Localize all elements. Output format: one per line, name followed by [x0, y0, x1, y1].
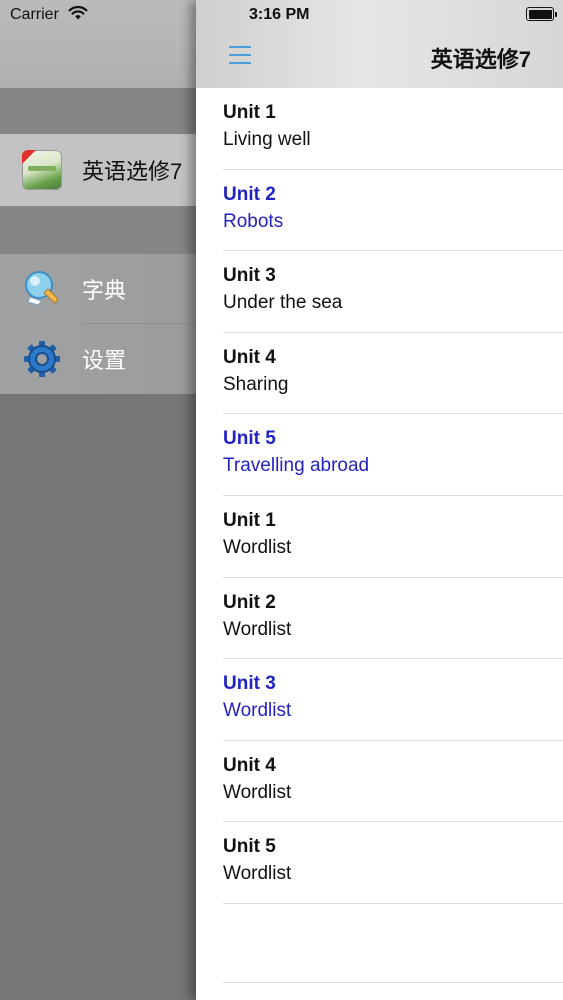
- list-item-subtitle: Travelling abroad: [223, 455, 370, 477]
- list-item-title: Unit 5: [223, 836, 276, 858]
- list-item-title: Unit 5: [223, 428, 276, 450]
- wifi-icon: [68, 5, 88, 26]
- list-item[interactable]: Unit 1 Living well: [196, 88, 563, 170]
- book-cover-icon: [22, 150, 62, 190]
- list-item-subtitle: Living well: [223, 129, 311, 150]
- list-item-title: Unit 1: [223, 102, 276, 123]
- carrier-label: Carrier: [10, 6, 59, 23]
- list-item[interactable]: Unit 1 Wordlist: [196, 496, 563, 578]
- list-item[interactable]: Unit 4 Sharing: [196, 333, 563, 415]
- list-item-title: Unit 3: [223, 673, 276, 695]
- dictionary-icon: [22, 269, 62, 309]
- list-item-title: Unit 4: [223, 346, 276, 368]
- list-item-subtitle: Sharing: [223, 373, 289, 395]
- list-item-title: Unit 4: [223, 754, 276, 776]
- list-bottom-divider: [223, 982, 563, 983]
- side-menu-item-settings[interactable]: 设置: [0, 324, 196, 394]
- list-item[interactable]: Unit 5 Travelling abroad: [196, 414, 563, 496]
- list-item-title: Unit 2: [223, 183, 276, 205]
- lesson-list: Unit 1 Living well Unit 2 Robots Unit 3 …: [196, 88, 563, 904]
- side-menu-label-dictionary: 字典: [82, 278, 127, 303]
- side-menu-book-label: 英语选修7: [82, 159, 183, 184]
- list-item[interactable]: Unit 2 Robots: [196, 170, 563, 252]
- status-time: 3:16 PM: [249, 6, 310, 23]
- list-item-title: Unit 1: [223, 509, 276, 531]
- list-item[interactable]: Unit 4 Wordlist: [196, 741, 563, 823]
- side-menu-book-item[interactable]: 英语选修7: [0, 134, 196, 206]
- list-item-subtitle: Robots: [223, 210, 284, 232]
- page-title: 英语选修7: [430, 47, 531, 72]
- row-divider: [223, 902, 563, 904]
- list-item-title: Unit 2: [223, 591, 276, 613]
- list-item[interactable]: Unit 3 Wordlist: [196, 659, 563, 741]
- list-item[interactable]: Unit 3 Under the sea: [196, 251, 563, 333]
- status-bar: Carrier 3:16 PM: [0, 0, 563, 30]
- list-item[interactable]: Unit 2 Wordlist: [196, 578, 563, 660]
- list-item-subtitle: Under the sea: [223, 292, 343, 314]
- list-item-subtitle: Wordlist: [223, 781, 292, 803]
- list-item[interactable]: Unit 5 Wordlist: [196, 822, 563, 904]
- list-item-subtitle: Wordlist: [223, 700, 292, 722]
- side-menu-label-settings: 设置: [82, 348, 127, 373]
- main-panel: 英语选修7 Unit 1 Living well Unit 2 Robots U…: [196, 0, 563, 1000]
- side-menu-item-dictionary[interactable]: 字典: [0, 254, 196, 324]
- battery-icon: [526, 7, 557, 21]
- side-menu-spacer-2: [0, 206, 196, 254]
- list-item-subtitle: Wordlist: [223, 863, 292, 885]
- side-menu-list: 字典 设置: [0, 254, 196, 394]
- list-item-subtitle: Wordlist: [223, 618, 292, 640]
- list-item-subtitle: Wordlist: [223, 536, 292, 558]
- gear-icon: [22, 339, 62, 379]
- side-menu-spacer: [0, 88, 196, 134]
- list-item-title: Unit 3: [223, 265, 276, 287]
- hamburger-menu-icon[interactable]: [229, 46, 251, 64]
- side-menu: 英语选修7 字典 设置: [0, 0, 196, 1000]
